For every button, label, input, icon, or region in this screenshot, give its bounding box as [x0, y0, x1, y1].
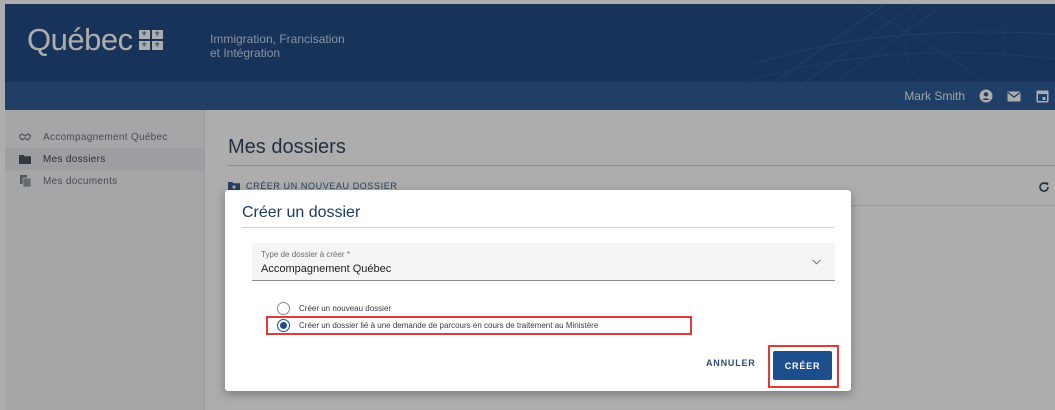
radio-new-folder[interactable] — [277, 302, 290, 315]
create-folder-dialog: Créer un dossier Type de dossier à créer… — [225, 190, 851, 391]
dialog-title: Créer un dossier — [242, 204, 361, 221]
radio-option-new-folder[interactable]: Créer un nouveau dossier — [277, 302, 391, 315]
folder-type-value: Accompagnement Québec — [261, 263, 392, 275]
linked-option-highlight — [266, 316, 692, 335]
radio-new-folder-label: Créer un nouveau dossier — [299, 304, 392, 313]
cancel-button[interactable]: ANNULER — [706, 358, 756, 368]
folder-type-label: Type de dossier à créer * — [261, 250, 350, 259]
create-button[interactable]: CRÉER — [773, 351, 832, 380]
folder-type-select[interactable]: Type de dossier à créer * Accompagnement… — [252, 243, 835, 281]
chevron-down-icon — [811, 258, 821, 266]
dialog-title-divider — [242, 227, 834, 228]
